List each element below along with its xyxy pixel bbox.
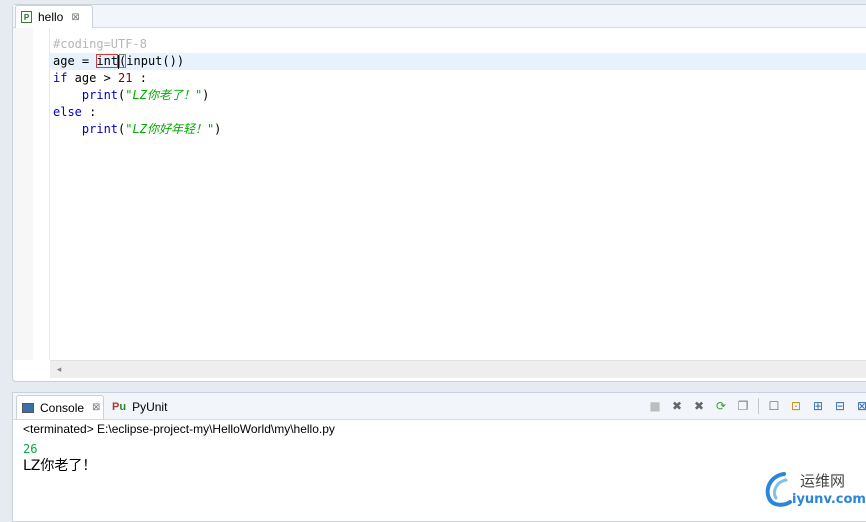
code-number: 21 — [118, 71, 133, 85]
code-keyword: if — [53, 71, 68, 85]
watermark-url-text: iyunv.com — [792, 492, 866, 507]
code-comment: #coding=UTF-8 — [53, 37, 147, 51]
python-file-icon: P — [21, 11, 32, 23]
watermark-cn-text: 运维网 — [800, 472, 846, 490]
stdin-echo: 26 — [23, 442, 38, 456]
code-line-6: print("LZ你好年轻！") — [50, 121, 866, 138]
editor-tab-bar: P hello ⊠ — [13, 5, 866, 28]
code-line-3: if age > 21 : — [50, 70, 866, 87]
terminate-icon[interactable]: ■ — [646, 397, 664, 415]
scroll-lock-icon[interactable]: ⊡ — [787, 397, 805, 415]
tab-hello-label: hello — [38, 10, 64, 24]
console-status: <terminated> E:\eclipse-project-my\Hello… — [23, 422, 335, 436]
console-toolbar: ■ ✖ ✖ ⟳ ❐ ☐ ⊡ ⊞ ⊟ ⊠ — [646, 397, 866, 415]
code-area[interactable]: #coding=UTF-8 age = int(input()) if age … — [50, 28, 866, 360]
code-text: age > — [67, 71, 119, 85]
code-text: age = — [53, 54, 97, 68]
console-pane: Console ⊠ Pu PyUnit ■ ✖ ✖ ⟳ ❐ ☐ ⊡ ⊞ ⊟ ⊠ … — [12, 392, 866, 522]
tab-pyunit-label: PyUnit — [132, 400, 168, 414]
code-string: "LZ你好年轻！" — [125, 122, 215, 136]
code-text: ) — [214, 122, 222, 136]
code-line-5: else : — [50, 104, 866, 121]
horizontal-scrollbar[interactable]: ◂ — [50, 360, 866, 378]
code-string: "LZ你老了！" — [125, 88, 203, 102]
code-line-1: #coding=UTF-8 — [50, 36, 866, 53]
code-text: ) — [202, 88, 210, 102]
toolbar-separator — [758, 398, 759, 414]
tab-console-label: Console — [40, 400, 85, 415]
program-output: LZ你老了！ — [23, 458, 97, 474]
code-keyword: else — [53, 105, 82, 119]
code-text: input()) — [126, 54, 185, 68]
highlighted-int: int — [96, 54, 119, 68]
watermark: 运维网 iyunv.com — [762, 466, 866, 516]
code-line-4: print("LZ你老了！") — [50, 87, 866, 104]
copy-icon[interactable]: ❐ — [734, 397, 752, 415]
tab-console[interactable]: Console ⊠ — [16, 395, 104, 419]
scroll-left-icon[interactable]: ◂ — [52, 361, 66, 378]
tab-hello[interactable]: P hello ⊠ — [15, 5, 93, 28]
code-line-2: age = int(input()) — [50, 53, 866, 70]
tab-pyunit[interactable]: Pu PyUnit — [108, 395, 167, 419]
console-output[interactable]: 26 LZ你老了！ — [23, 441, 96, 475]
remove-launch-icon[interactable]: ✖ — [668, 397, 686, 415]
console-icon — [22, 402, 34, 413]
console-tab-bar: Console ⊠ Pu PyUnit ■ ✖ ✖ ⟳ ❐ ☐ ⊡ ⊞ ⊟ ⊠ — [13, 393, 866, 420]
open-console-icon[interactable]: ⊟ — [831, 397, 849, 415]
code-text: : — [132, 71, 147, 85]
code-function: print — [81, 88, 119, 102]
code-function: print — [81, 122, 119, 136]
close-tab-icon[interactable]: ⊠ — [92, 402, 100, 413]
code-text: : — [81, 105, 97, 119]
editor-pane: P hello ⊠ #coding=UTF-8 age = int(input(… — [12, 4, 866, 382]
line-number-gutter — [33, 28, 50, 360]
watermark-logo-icon — [765, 472, 792, 507]
pin-console-icon[interactable]: ⊞ — [809, 397, 827, 415]
close-tab-icon[interactable]: ⊠ — [71, 12, 79, 23]
clear-console-icon[interactable]: ☐ — [765, 397, 783, 415]
remove-all-icon[interactable]: ✖ — [690, 397, 708, 415]
display-selected-console-icon[interactable]: ⊠ — [853, 397, 866, 415]
editor-ruler — [13, 28, 33, 360]
pyunit-icon: Pu — [112, 401, 127, 413]
relaunch-icon[interactable]: ⟳ — [712, 397, 730, 415]
